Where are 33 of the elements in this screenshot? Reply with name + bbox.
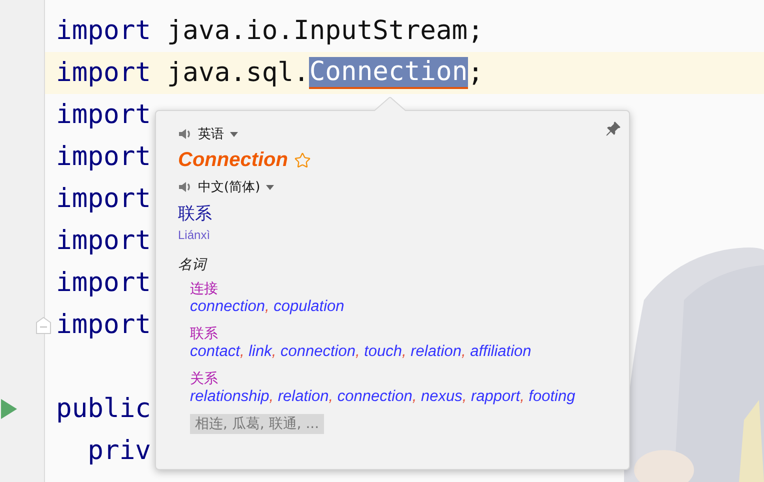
caret-icon — [266, 184, 274, 190]
sense-term: 连接 — [190, 280, 219, 298]
pinyin: Liánxì — [178, 228, 212, 242]
code-text: ; — [468, 58, 484, 88]
sense-term: 关系 — [190, 370, 219, 388]
code-keyword: import — [56, 142, 151, 172]
selected-word: Connection — [309, 57, 468, 89]
speaker-icon[interactable] — [178, 127, 192, 141]
code-keyword: import — [56, 58, 151, 88]
code-keyword: import — [56, 16, 151, 46]
translation: 联系 — [178, 203, 213, 225]
code-keyword: import — [56, 268, 151, 298]
caret-icon — [230, 132, 238, 136]
code-keyword: import — [56, 184, 151, 214]
code-keyword: import — [56, 310, 151, 340]
speaker-icon[interactable] — [178, 180, 192, 194]
source-word: Connection — [178, 149, 288, 172]
run-icon[interactable] — [1, 399, 17, 419]
code-keyword: import — [56, 226, 151, 256]
star-icon[interactable] — [294, 152, 311, 169]
part-of-speech: 名词 — [178, 256, 208, 274]
source-language[interactable]: 英语 — [198, 125, 224, 143]
sense-term: 联系 — [190, 325, 219, 343]
code-keyword: priv — [86, 436, 151, 466]
synonym-list: relationship, relation, connection, nexus, rapport, footing — [190, 388, 607, 406]
code-keyword: import — [56, 100, 151, 130]
code-keyword: public — [56, 394, 151, 424]
code-text: java.sql. — [166, 58, 310, 88]
target-language[interactable]: 中文(简体) — [198, 178, 260, 196]
code-text: java.io.InputStream; — [166, 16, 484, 46]
pin-icon[interactable] — [605, 121, 621, 137]
synonym-list: contact, link, connection, touch, relation, affiliation — [190, 343, 607, 361]
synonym-list: connection, copulation — [190, 298, 607, 316]
